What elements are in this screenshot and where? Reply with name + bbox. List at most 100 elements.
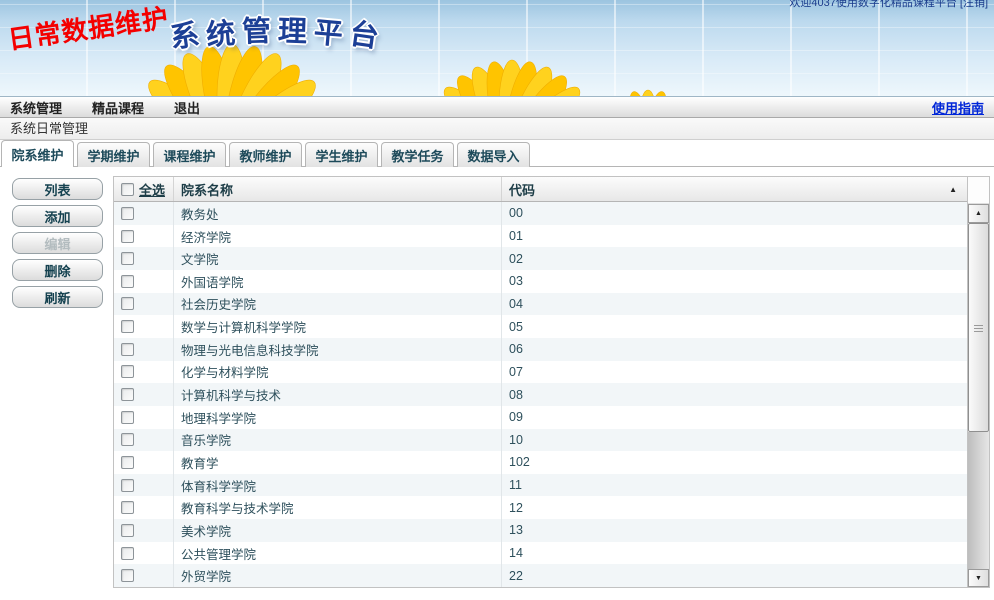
action-button-3: 编辑 xyxy=(12,232,103,254)
row-checkbox[interactable] xyxy=(121,547,134,560)
sort-asc-icon[interactable]: ▲ xyxy=(949,185,957,194)
action-button-4[interactable]: 删除 xyxy=(12,259,103,281)
vertical-scrollbar[interactable]: ▲ ▼ xyxy=(967,177,989,587)
row-checkbox[interactable] xyxy=(121,524,134,537)
table-row[interactable]: 公共管理学院 14 xyxy=(114,542,967,565)
cell-department-name: 教育科学与技术学院 xyxy=(173,496,501,519)
menu-bar: 系统管理 精品课程 退出 使用指南 xyxy=(0,96,994,118)
table-header-row: 全选 院系名称 代码 ▲ xyxy=(114,177,967,202)
cell-department-code: 12 xyxy=(501,496,967,519)
tab-3[interactable]: 课程维护 xyxy=(153,142,226,167)
column-header-code-label: 代码 xyxy=(509,180,535,199)
user-guide-link[interactable]: 使用指南 xyxy=(932,98,984,117)
row-checkbox[interactable] xyxy=(121,207,134,220)
column-header-name[interactable]: 院系名称 xyxy=(173,177,501,201)
table-row[interactable]: 教育科学与技术学院 12 xyxy=(114,496,967,519)
menu-item-courses[interactable]: 精品课程 xyxy=(92,98,144,117)
tab-7[interactable]: 数据导入 xyxy=(457,142,530,167)
row-checkbox[interactable] xyxy=(121,569,134,582)
cell-department-code: 03 xyxy=(501,270,967,293)
scrollbar-thumb[interactable] xyxy=(968,223,989,432)
menu-item-system[interactable]: 系统管理 xyxy=(10,98,62,117)
row-checkbox[interactable] xyxy=(121,501,134,514)
table-row[interactable]: 数学与计算机科学学院 05 xyxy=(114,315,967,338)
table-row[interactable]: 地理科学学院 09 xyxy=(114,406,967,429)
breadcrumb: 系统日常管理 xyxy=(0,118,994,140)
row-checkbox[interactable] xyxy=(121,343,134,356)
cell-department-code: 07 xyxy=(501,361,967,384)
table-row[interactable]: 文学院 02 xyxy=(114,247,967,270)
department-table: 全选 院系名称 代码 ▲ 教务处 00 经济学院 01 文学院 02 外国语学院… xyxy=(113,176,990,588)
row-checkbox[interactable] xyxy=(121,479,134,492)
cell-department-name: 美术学院 xyxy=(173,519,501,542)
tab-4[interactable]: 教师维护 xyxy=(229,142,302,167)
column-header-code[interactable]: 代码 ▲ xyxy=(501,177,967,201)
cell-department-code: 14 xyxy=(501,542,967,565)
table-row[interactable]: 教务处 00 xyxy=(114,202,967,225)
action-button-column: 列表添加编辑删除刷新 xyxy=(12,178,103,588)
tab-2[interactable]: 学期维护 xyxy=(77,142,150,167)
row-checkbox[interactable] xyxy=(121,297,134,310)
tab-5[interactable]: 学生维护 xyxy=(305,142,378,167)
row-checkbox[interactable] xyxy=(121,230,134,243)
select-all-checkbox[interactable] xyxy=(121,183,134,196)
cell-department-code: 102 xyxy=(501,451,967,474)
cell-department-name: 体育科学学院 xyxy=(173,474,501,497)
menu-item-exit[interactable]: 退出 xyxy=(174,98,200,117)
row-checkbox[interactable] xyxy=(121,365,134,378)
row-checkbox[interactable] xyxy=(121,433,134,446)
cell-department-code: 00 xyxy=(501,202,967,225)
scroll-up-button[interactable]: ▲ xyxy=(968,204,989,223)
table-row[interactable]: 物理与光电信息科技学院 06 xyxy=(114,338,967,361)
cell-department-code: 02 xyxy=(501,247,967,270)
cell-department-name: 外贸学院 xyxy=(173,564,501,587)
table-body: 教务处 00 经济学院 01 文学院 02 外国语学院 03 社会历史学院 04… xyxy=(114,202,967,587)
cell-department-code: 22 xyxy=(501,564,967,587)
cell-department-name: 物理与光电信息科技学院 xyxy=(173,338,501,361)
table-row[interactable]: 外国语学院 03 xyxy=(114,270,967,293)
table-row[interactable]: 体育科学学院 11 xyxy=(114,474,967,497)
table-row[interactable]: 教育学 102 xyxy=(114,451,967,474)
table-row[interactable]: 化学与材料学院 07 xyxy=(114,361,967,384)
cell-department-name: 外国语学院 xyxy=(173,270,501,293)
scroll-down-button[interactable]: ▼ xyxy=(968,569,989,587)
cell-department-name: 公共管理学院 xyxy=(173,542,501,565)
row-checkbox[interactable] xyxy=(121,275,134,288)
row-checkbox[interactable] xyxy=(121,411,134,424)
cell-department-code: 10 xyxy=(501,429,967,452)
cell-department-name: 音乐学院 xyxy=(173,429,501,452)
cell-department-code: 01 xyxy=(501,225,967,248)
cell-department-name: 经济学院 xyxy=(173,225,501,248)
table-main: 全选 院系名称 代码 ▲ 教务处 00 经济学院 01 文学院 02 外国语学院… xyxy=(114,177,967,587)
action-button-5[interactable]: 刷新 xyxy=(12,286,103,308)
scrollbar-grip-icon xyxy=(974,324,983,332)
header-banner: 系统管理平台 日常数据维护 欢迎4037使用数字化精品课程平台 [注销] xyxy=(0,0,994,96)
table-row[interactable]: 经济学院 01 xyxy=(114,225,967,248)
welcome-text[interactable]: 欢迎4037使用数字化精品课程平台 [注销] xyxy=(789,0,988,10)
action-button-1[interactable]: 列表 xyxy=(12,178,103,200)
cell-department-code: 04 xyxy=(501,293,967,316)
cell-department-name: 教育学 xyxy=(173,451,501,474)
page-title: 系统管理平台 xyxy=(170,8,386,50)
cell-department-name: 化学与材料学院 xyxy=(173,361,501,384)
row-checkbox[interactable] xyxy=(121,320,134,333)
tab-6[interactable]: 教学任务 xyxy=(381,142,454,167)
table-row[interactable]: 社会历史学院 04 xyxy=(114,293,967,316)
row-checkbox[interactable] xyxy=(121,252,134,265)
action-button-2[interactable]: 添加 xyxy=(12,205,103,227)
cell-department-code: 13 xyxy=(501,519,967,542)
table-row[interactable]: 外贸学院 22 xyxy=(114,564,967,587)
cell-department-name: 文学院 xyxy=(173,247,501,270)
cell-department-name: 计算机科学与技术 xyxy=(173,383,501,406)
table-row[interactable]: 美术学院 13 xyxy=(114,519,967,542)
cell-department-name: 地理科学学院 xyxy=(173,406,501,429)
cell-department-code: 05 xyxy=(501,315,967,338)
table-row[interactable]: 音乐学院 10 xyxy=(114,429,967,452)
scrollbar-track[interactable] xyxy=(968,432,989,569)
row-checkbox[interactable] xyxy=(121,388,134,401)
select-all-label[interactable]: 全选 xyxy=(139,180,165,199)
row-checkbox[interactable] xyxy=(121,456,134,469)
app-window: 系统管理平台 日常数据维护 欢迎4037使用数字化精品课程平台 [注销] 系统管… xyxy=(0,0,994,600)
tab-1[interactable]: 院系维护 xyxy=(1,140,74,167)
table-row[interactable]: 计算机科学与技术 08 xyxy=(114,383,967,406)
